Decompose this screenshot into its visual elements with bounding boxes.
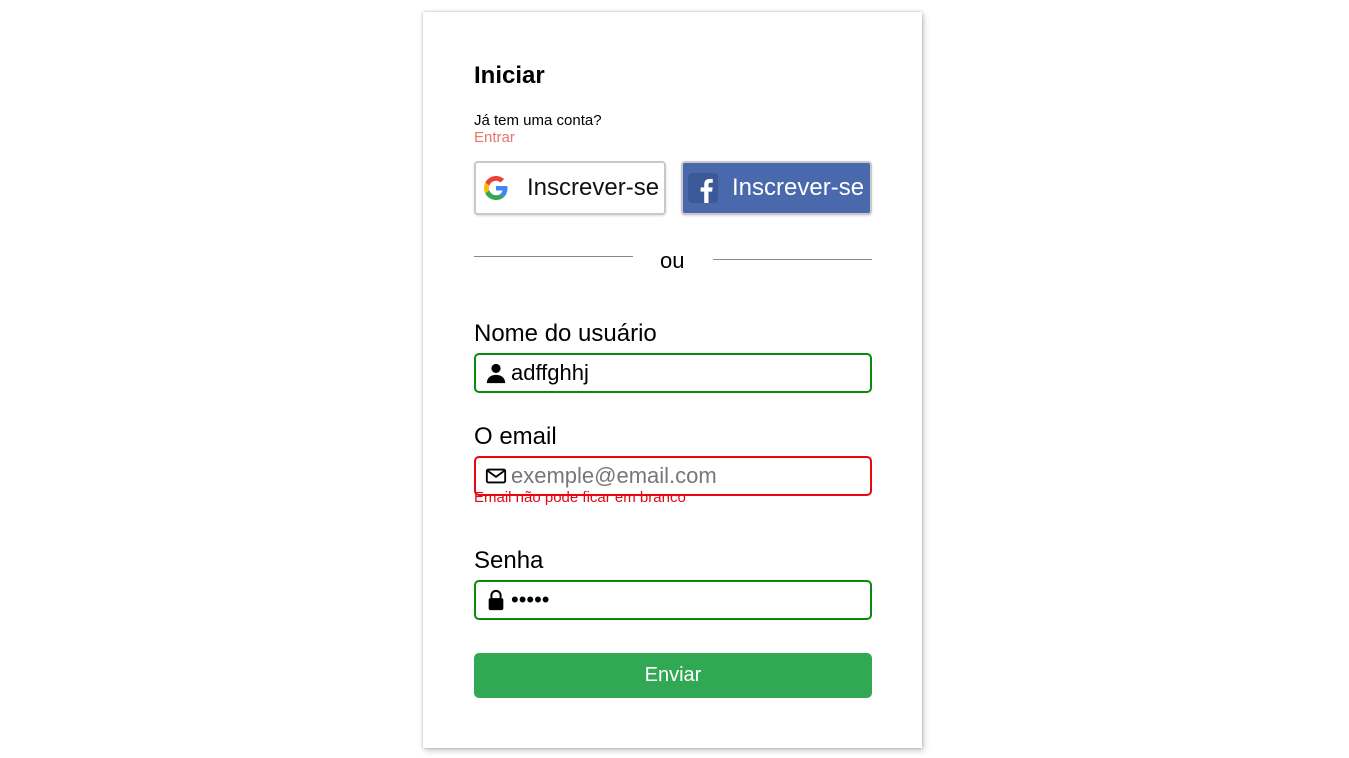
email-label: O email (474, 423, 557, 450)
facebook-logo-icon (688, 173, 718, 203)
email-error-message: Email não pode ficar em branco (474, 489, 686, 506)
facebook-signup-button[interactable]: Inscrever-se (681, 161, 872, 215)
username-label: Nome do usuário (474, 320, 657, 347)
username-input[interactable] (511, 359, 861, 387)
email-input[interactable] (511, 462, 861, 490)
divider-text: ou (660, 248, 685, 273)
google-logo-icon (484, 176, 508, 200)
login-link[interactable]: Entrar (474, 129, 515, 146)
envelope-icon (485, 468, 507, 484)
password-label: Senha (474, 547, 544, 574)
divider-line-left (474, 256, 633, 257)
username-field (474, 353, 872, 393)
signup-card: Iniciar Já tem uma conta? Entrar Inscrev… (423, 12, 922, 748)
password-field (474, 580, 872, 620)
facebook-signup-label: Inscrever-se (732, 174, 865, 201)
page-title: Iniciar (474, 62, 545, 89)
google-signup-label: Inscrever-se (527, 174, 660, 201)
lock-icon (488, 589, 504, 611)
have-account-text: Já tem uma conta? (474, 112, 602, 129)
user-icon (486, 363, 506, 384)
submit-button[interactable]: Enviar (474, 653, 872, 698)
google-signup-button[interactable]: Inscrever-se (474, 161, 666, 215)
divider-line-right (713, 259, 872, 260)
password-input[interactable] (511, 586, 861, 614)
